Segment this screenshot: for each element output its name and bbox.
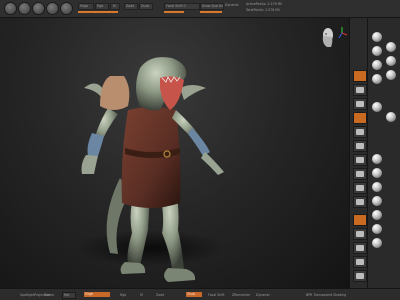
m-button[interactable]: M [110,3,120,10]
dynamic-toggle[interactable]: Dynamic [225,3,239,7]
draw-size-fill [200,11,222,13]
brush-maskpen[interactable] [372,182,382,192]
creature-model[interactable] [0,18,349,288]
scroll-icon[interactable] [353,84,367,96]
open-mouth [160,76,184,110]
active-points-readout: ActivePoints: 2.576 Mil [246,2,283,6]
brush-claybuildup[interactable] [372,46,382,56]
mrgb-button[interactable]: Mrgb [78,3,94,10]
brush-tray [367,18,400,288]
brush-slash[interactable] [372,224,382,234]
frame-icon[interactable] [353,196,367,208]
left-gauntlet [87,133,104,156]
bpr-icon[interactable] [353,70,367,82]
right-shelf [349,18,368,288]
bottom-mrgb-slider[interactable]: Mrgb [84,292,110,297]
right-spike [180,85,206,100]
left-hand [81,155,98,174]
edit-icon[interactable] [4,2,17,15]
focal-shift-fill [164,11,184,13]
scale-tool-icon[interactable] [353,228,367,240]
move-icon[interactable] [32,2,45,15]
canvas-viewport[interactable] [0,18,349,288]
xyz-icon[interactable] [353,182,367,194]
brush-smooth[interactable] [386,112,396,122]
brush-snakehook[interactable] [372,102,382,112]
bottom-item-8[interactable]: Focal Shift [208,293,225,297]
brush-hpolish[interactable] [386,42,396,52]
floor-icon[interactable] [353,154,367,166]
top-toolbar: Mrgb Rgb M Zadd Zsub Focal Shift 0 Draw … [0,0,400,18]
transp-icon[interactable] [353,270,367,282]
brush-clay[interactable] [372,168,382,178]
brush-standard[interactable] [372,32,382,42]
brush-polish[interactable] [372,238,382,248]
zadd-button[interactable]: Zadd [124,3,138,10]
brush-dam[interactable] [372,210,382,220]
polyf-icon[interactable] [353,256,367,268]
rgb-intensity-slider[interactable] [78,11,118,13]
brush-inflat[interactable] [386,56,396,66]
right-hand [201,152,224,175]
bottom-item-9[interactable]: ZRemesher [232,293,250,297]
bottom-zsub-button[interactable]: Zsub [186,292,202,297]
brush-trimdynamic[interactable] [372,154,382,164]
focal-shift-slider[interactable]: Focal Shift 0 [164,3,200,10]
zbrush-window: Mrgb Rgb M Zadd Zsub Focal Shift 0 Draw … [0,0,400,300]
right-foot [164,268,196,282]
persp-icon[interactable] [353,140,367,152]
rgb-button[interactable]: Rgb [95,3,109,10]
bottom-toolbar: SpotlightProjection Gizmo Rot Mrgb Rgb M… [0,288,400,300]
bottom-item-5[interactable]: M [140,293,143,297]
bottom-item-6[interactable]: Zadd [156,293,164,297]
actual-icon[interactable] [353,112,367,124]
zoom-icon[interactable] [353,98,367,110]
brush-flatten[interactable] [372,196,382,206]
draw-icon[interactable] [18,2,31,15]
left-pauldron [100,76,130,110]
rotate-tool-icon[interactable] [353,242,367,254]
brush-move[interactable] [372,60,382,70]
move-tool-icon[interactable] [353,214,367,226]
aahalf-icon[interactable] [353,126,367,138]
bottom-item-1[interactable]: Gizmo [44,293,54,297]
bottom-item-11[interactable]: BPR Transparent Shading [306,293,346,297]
draw-size-slider[interactable]: Draw Size 64 [200,3,224,10]
bottom-item-10[interactable]: Dynamic [256,293,270,297]
bottom-item-4[interactable]: Rgb [120,293,126,297]
brush-damstandard[interactable] [372,74,382,84]
ground-shadow [75,230,225,266]
rotate-icon[interactable] [60,2,73,15]
local-icon[interactable] [353,168,367,180]
scale-icon[interactable] [46,2,59,15]
right-gauntlet [188,128,210,156]
total-points-readout: TotalPoints: 2.576 Mil [246,8,280,12]
bottom-rot-box[interactable]: Rot [62,292,76,299]
zsub-button[interactable]: Zsub [139,3,153,10]
brush-pinch[interactable] [386,70,396,80]
